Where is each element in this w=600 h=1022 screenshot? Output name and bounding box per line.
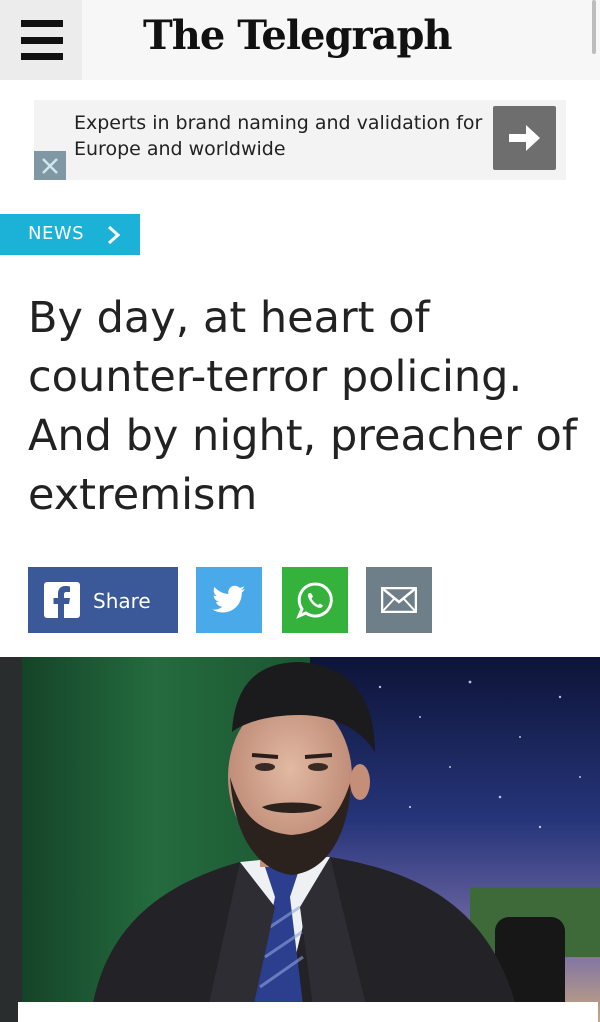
email-share-button[interactable]: [366, 567, 432, 633]
article-headline: By day, at heart of counter-terror polic…: [28, 293, 577, 520]
close-icon: [42, 158, 58, 174]
facebook-share-button[interactable]: Share: [28, 567, 178, 633]
section-label: NEWS: [28, 223, 85, 244]
whatsapp-icon: [296, 582, 333, 619]
site-logo[interactable]: The Telegraph: [143, 12, 453, 59]
twitter-share-button[interactable]: [196, 567, 262, 633]
facebook-share-label: Share: [93, 589, 151, 613]
email-icon: [381, 587, 417, 613]
photo-caption-bar: [18, 1002, 598, 1022]
site-header: The Telegraph: [0, 0, 600, 80]
arrow-right-icon: [509, 125, 540, 151]
ad-arrow-button[interactable]: [493, 106, 556, 170]
whatsapp-share-button[interactable]: [282, 567, 348, 633]
chevron-right-icon: [108, 225, 121, 245]
scrollbar[interactable]: [592, 0, 596, 54]
ad-close-button[interactable]: [34, 151, 66, 180]
article-photo[interactable]: [0, 657, 600, 1022]
ad-text[interactable]: Experts in brand naming and validation f…: [74, 110, 504, 162]
menu-button[interactable]: [0, 0, 82, 80]
twitter-icon: [212, 585, 245, 613]
section-tag-news[interactable]: NEWS: [0, 214, 140, 255]
ad-banner[interactable]: Experts in brand naming and validation f…: [34, 100, 566, 180]
facebook-icon: [44, 582, 80, 618]
